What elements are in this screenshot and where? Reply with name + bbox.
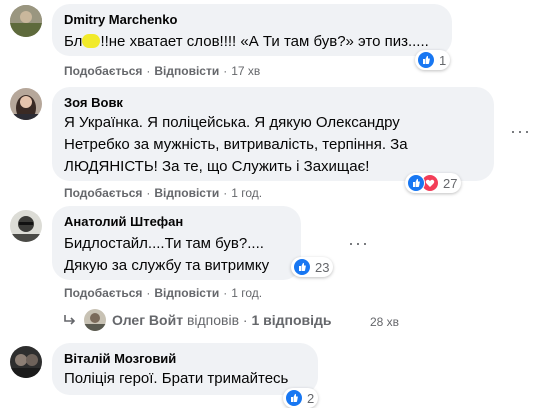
- timestamp[interactable]: 17 хв: [231, 64, 260, 78]
- reply-link[interactable]: Відповісти: [154, 64, 219, 78]
- reply-link[interactable]: Відповісти: [154, 286, 219, 300]
- comment-actions: Подобається · Відповісти · 1 год.: [64, 286, 263, 300]
- comment-text: Бл !!не хватает слов!!!! «А Ти там був?» …: [64, 33, 429, 50]
- reply-link[interactable]: Відповісти: [154, 186, 219, 200]
- reply-time: 28 хв: [370, 315, 400, 329]
- comment-actions: Подобається · Відповісти · 1 год.: [64, 186, 263, 200]
- comment-text-line: Бидлостайл....Ти там був?....: [64, 235, 264, 252]
- avatar[interactable]: [10, 346, 42, 378]
- like-link[interactable]: Подобається: [64, 64, 142, 78]
- reply-summary-text[interactable]: Олег Войт відповів · 1 відповідь: [112, 312, 332, 328]
- reaction-count[interactable]: 1: [415, 50, 451, 70]
- comment-author[interactable]: Анатолий Штефан: [64, 214, 183, 229]
- timestamp[interactable]: 1 год.: [231, 186, 262, 200]
- avatar: [84, 309, 106, 331]
- avatar[interactable]: [10, 210, 42, 242]
- like-link[interactable]: Подобається: [64, 186, 142, 200]
- avatar[interactable]: [10, 88, 42, 120]
- comment-text-line: Я Українка. Я поліцейська. Я дякую Олекс…: [64, 114, 400, 131]
- comment-text-line: ЛЮДЯНІСТЬ! За те, що Служить і Захищає!: [64, 158, 370, 175]
- comment-author[interactable]: Віталій Мозговий: [64, 351, 176, 366]
- censor-blur: [82, 34, 101, 48]
- comment-text-line: Нетребко за мужність, витривалість, терп…: [64, 136, 408, 153]
- comment-author[interactable]: Зоя Вовк: [64, 95, 123, 110]
- reply-arrow-icon: [64, 315, 76, 325]
- more-options-icon[interactable]: ···: [510, 122, 531, 140]
- timestamp[interactable]: 1 год.: [231, 286, 262, 300]
- avatar[interactable]: [10, 5, 42, 37]
- reaction-count[interactable]: 2: [283, 388, 319, 408]
- like-reaction-icon: [285, 389, 303, 407]
- like-link[interactable]: Подобається: [64, 286, 142, 300]
- comment-author[interactable]: Dmitry Marchenko: [64, 12, 177, 27]
- reaction-count[interactable]: 27: [405, 173, 462, 193]
- like-reaction-icon: [407, 174, 425, 192]
- comment-actions: Подобається · Відповісти · 17 хв: [64, 64, 261, 78]
- reaction-count[interactable]: 23: [291, 257, 334, 277]
- more-options-icon[interactable]: ···: [348, 234, 369, 252]
- comment-text-line: Поліція герої. Брати тримайтесь: [64, 370, 289, 387]
- like-reaction-icon: [293, 258, 311, 276]
- like-reaction-icon: [417, 51, 435, 69]
- comment-text-line: Дякую за службу та витримку: [64, 257, 270, 274]
